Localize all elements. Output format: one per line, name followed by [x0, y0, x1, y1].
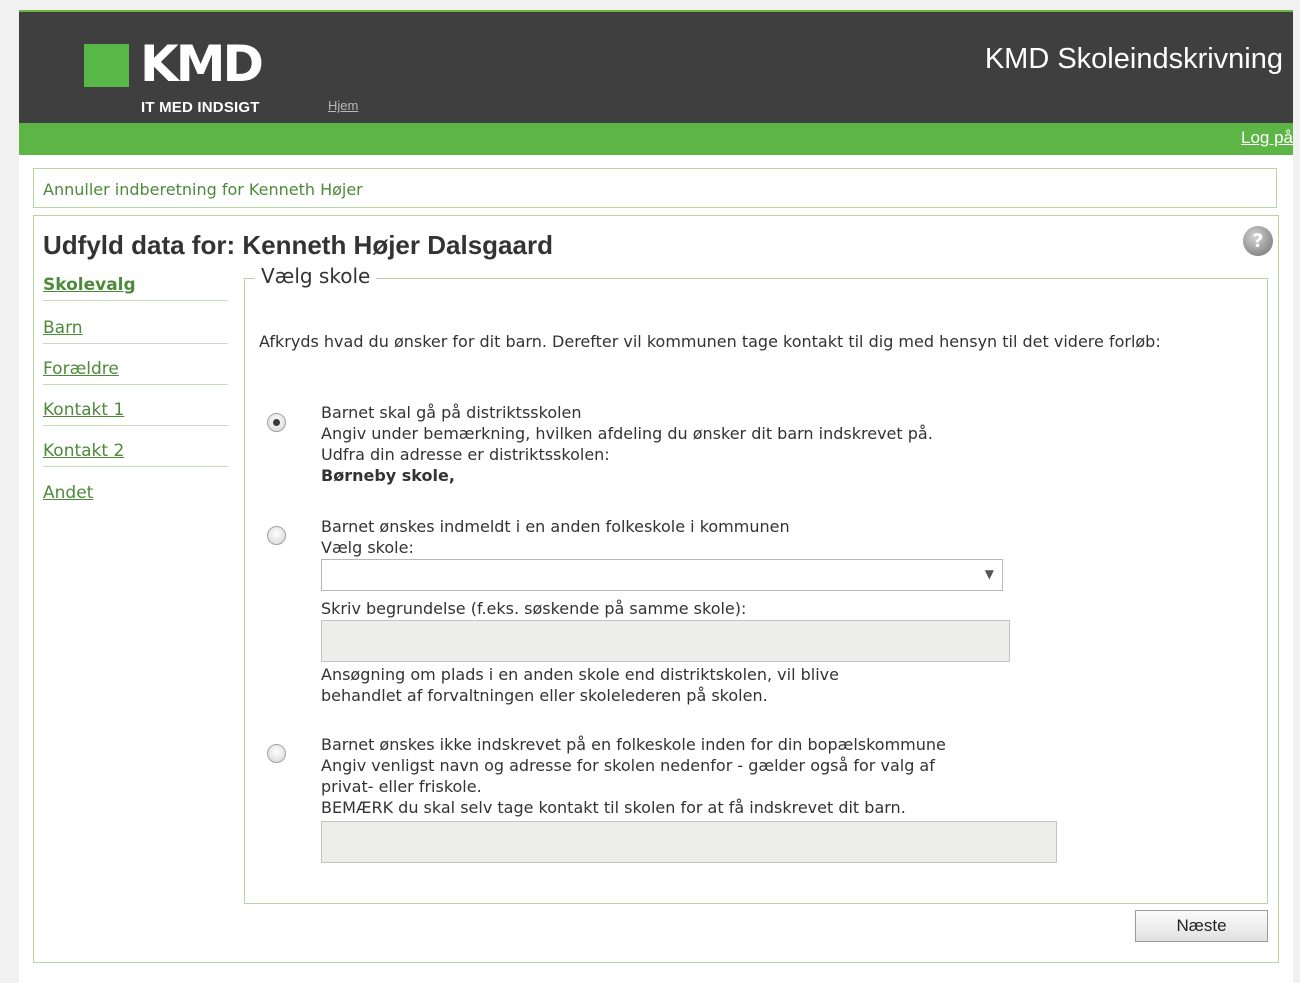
- sidebar-item-label[interactable]: Skolevalg: [43, 275, 136, 295]
- sidebar-item-label[interactable]: Barn: [43, 318, 83, 338]
- select-label: Vælg skole:: [321, 538, 414, 557]
- logo-mark: [84, 44, 129, 87]
- sidebar-item-barn[interactable]: Barn: [43, 301, 228, 344]
- option-outside-municipality-text: Barnet ønskes ikke indskrevet på en folk…: [321, 734, 946, 818]
- option-district-school-text: Barnet skal gå på distriktsskolen Angiv …: [321, 402, 933, 486]
- option-line: Barnet skal gå på distriktsskolen: [321, 403, 582, 422]
- main-panel: ? Udfyld data for: Kenneth Højer Dalsgaa…: [33, 215, 1279, 963]
- outside-school-textarea[interactable]: [321, 821, 1057, 863]
- radio-outside-municipality[interactable]: [267, 744, 286, 763]
- sidebar-item-label[interactable]: Andet: [43, 483, 93, 503]
- sidebar-item-foraeldre[interactable]: Forældre: [43, 344, 228, 385]
- option-line: privat- eller friskole.: [321, 777, 482, 796]
- header: KMD IT MED INDSIGT Hjem KMD Skoleindskri…: [19, 10, 1293, 123]
- sidebar-item-label[interactable]: Kontakt 1: [43, 400, 124, 420]
- sidebar-item-label[interactable]: Kontakt 2: [43, 441, 124, 461]
- page-title: Udfyld data for: Kenneth Højer Dalsgaard: [43, 230, 553, 260]
- radio-other-school[interactable]: [267, 526, 286, 545]
- note-line: behandlet af forvaltningen eller skolele…: [321, 686, 768, 705]
- school-choice-fieldset: Vælg skole Afkryds hvad du ønsker for di…: [244, 264, 1268, 904]
- page: KMD IT MED INDSIGT Hjem KMD Skoleindskri…: [19, 10, 1293, 983]
- sidebar-item-kontakt-2[interactable]: Kontakt 2: [43, 426, 228, 467]
- reason-label: Skriv begrundelse (f.eks. søskende på sa…: [321, 599, 747, 618]
- district-school-name: Børneby skole,: [321, 466, 455, 485]
- cancel-registration-link[interactable]: Annuller indberetning for Kenneth Højer: [43, 180, 363, 199]
- fieldset-legend: Vælg skole: [255, 264, 377, 288]
- reason-textarea[interactable]: [321, 620, 1010, 662]
- option-line: Angiv under bemærkning, hvilken afdeling…: [321, 424, 933, 443]
- logo-text: KMD: [140, 35, 264, 93]
- option-other-school-text: Barnet ønskes indmeldt i en anden folkes…: [321, 516, 790, 558]
- instruction-text: Afkryds hvad du ønsker for dit barn. Der…: [259, 332, 1161, 351]
- nav-home-link[interactable]: Hjem: [328, 98, 358, 113]
- school-select[interactable]: ▼: [321, 559, 1003, 591]
- sidebar-item-andet[interactable]: Andet: [43, 467, 228, 508]
- sidebar-item-skolevalg[interactable]: Skolevalg: [43, 268, 228, 301]
- app-title: KMD Skoleindskrivning: [984, 43, 1283, 75]
- sidebar-item-label[interactable]: Forældre: [43, 359, 119, 379]
- logo-tagline: IT MED INDSIGT: [141, 99, 260, 116]
- login-link[interactable]: Log på: [1241, 128, 1293, 148]
- option-line: Angiv venligst navn og adresse for skole…: [321, 756, 935, 775]
- option-line: Udfra din adresse er distriktsskolen:: [321, 445, 610, 464]
- sidebar-item-kontakt-1[interactable]: Kontakt 1: [43, 385, 228, 426]
- cancel-box: Annuller indberetning for Kenneth Højer: [33, 168, 1277, 208]
- radio-district-school[interactable]: [267, 413, 286, 432]
- help-icon[interactable]: ?: [1243, 226, 1273, 256]
- note-line: Ansøgning om plads i en anden skole end …: [321, 665, 839, 684]
- option-line: Barnet ønskes ikke indskrevet på en folk…: [321, 735, 946, 754]
- option-line: BEMÆRK du skal selv tage kontakt til sko…: [321, 798, 906, 817]
- option-title: Barnet ønskes indmeldt i en anden folkes…: [321, 517, 790, 536]
- other-school-note: Ansøgning om plads i en anden skole end …: [321, 664, 839, 706]
- sidebar-nav: Skolevalg Barn Forældre Kontakt 1 Kontak…: [43, 268, 228, 508]
- top-green-bar: Log på: [19, 123, 1293, 155]
- chevron-down-icon: ▼: [984, 567, 994, 581]
- next-button[interactable]: Næste: [1135, 910, 1268, 942]
